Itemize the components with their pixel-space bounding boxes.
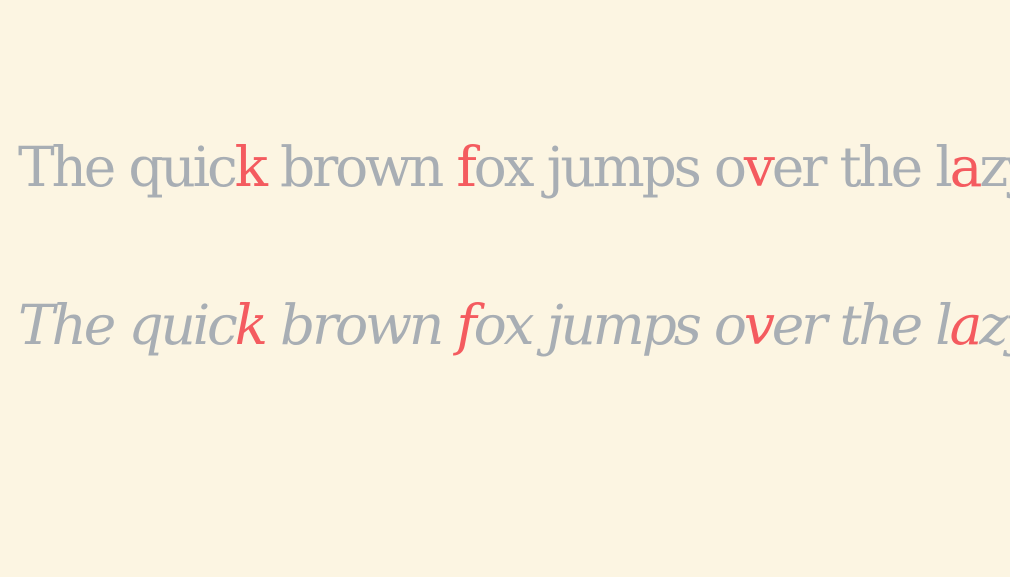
highlighted-letter: k	[234, 293, 268, 357]
specimen-segment: ox jumps o	[473, 135, 747, 199]
highlighted-letter: v	[743, 293, 775, 357]
highlighted-letter: v	[743, 135, 775, 199]
specimen-segment: er the l	[771, 135, 953, 199]
specimen-segment: zy	[979, 135, 1010, 199]
highlighted-letter: a	[949, 293, 983, 357]
roman-specimen-line: The quick brown fox jumps over the lazy	[18, 140, 1010, 195]
specimen-segment: brown	[264, 135, 457, 199]
highlighted-letter: a	[949, 135, 983, 199]
highlighted-letter: k	[234, 135, 268, 199]
specimen-segment: er the l	[771, 293, 953, 357]
specimen-segment: The quic	[18, 293, 238, 357]
specimen-segment: The quic	[18, 135, 238, 199]
highlighted-letter: f	[456, 293, 476, 357]
specimen-segment: brown	[264, 293, 457, 357]
specimen-segment: zy	[979, 293, 1010, 357]
specimen-segment: ox jumps o	[473, 293, 747, 357]
italic-specimen-line: The quick brown fox jumps over the lazy	[18, 298, 1010, 353]
highlighted-letter: f	[456, 135, 476, 199]
type-specimen-canvas: The quick brown fox jumps over the lazy …	[0, 0, 1010, 577]
